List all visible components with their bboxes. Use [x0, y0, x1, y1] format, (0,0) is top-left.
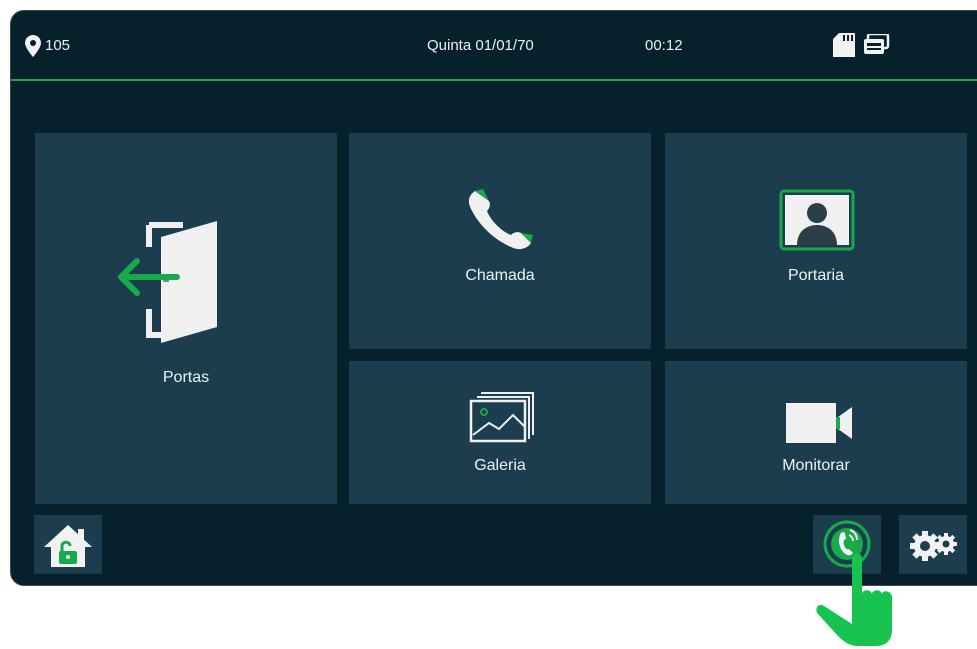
status-bar: 105 Quinta 01/01/70 00:12	[11, 11, 977, 81]
settings-button[interactable]	[899, 515, 967, 574]
tile-galeria[interactable]: Galeria	[349, 361, 651, 504]
tile-chamada-label: Chamada	[465, 267, 535, 284]
tile-galeria-label: Galeria	[474, 457, 526, 474]
tile-portas[interactable]: Portas	[35, 133, 337, 504]
location-pin-icon	[25, 35, 41, 57]
sd-card-icon	[833, 33, 855, 57]
tile-portas-label: Portas	[162, 369, 210, 386]
memory-icon	[864, 34, 890, 54]
tile-monitorar-label: Monitorar	[782, 457, 850, 474]
home-unlock-button[interactable]	[34, 515, 102, 574]
settings-gears-icon	[910, 531, 957, 561]
tile-chamada[interactable]: Chamada	[349, 133, 651, 349]
pointing-hand-icon	[816, 553, 892, 646]
tile-monitorar[interactable]: Monitorar	[665, 361, 967, 504]
location-number: 105	[45, 37, 71, 54]
time-label: 00:12	[645, 37, 683, 54]
tile-portaria[interactable]: Portaria	[665, 133, 967, 349]
doorman-portrait-icon	[779, 189, 855, 251]
intercom-screen: 105 Quinta 01/01/70 00:12 Portas Chamada…	[10, 10, 977, 586]
phone-icon	[468, 189, 533, 250]
date-label: Quinta 01/01/70	[427, 37, 534, 54]
tile-portaria-label: Portaria	[787, 267, 845, 284]
door-exit-icon	[118, 221, 217, 343]
video-camera-icon	[786, 403, 852, 443]
home-unlock-icon	[44, 525, 92, 567]
gallery-icon	[469, 392, 534, 443]
